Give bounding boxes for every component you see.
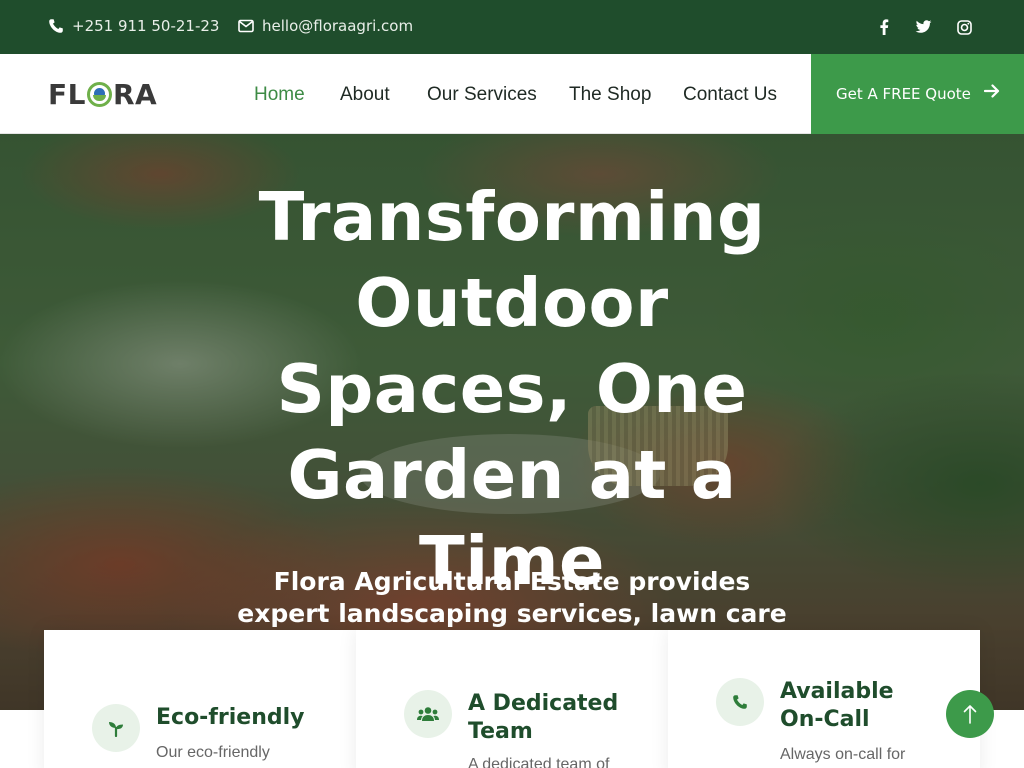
hero-title: Transforming Outdoor Spaces, One Garden … — [258, 178, 766, 600]
feature-text: Always on-call for — [780, 746, 906, 763]
top-contact-bar: +251 911 50-21-23 hello@floraagri.com — [0, 0, 1024, 54]
envelope-icon — [238, 19, 254, 33]
feature-title: A Dedicated Team — [468, 691, 619, 744]
feature-text: A dedicated team of — [468, 756, 610, 768]
phone-number: +251 911 50-21-23 — [72, 17, 220, 35]
logo-globe-icon — [86, 81, 112, 107]
nav-about[interactable]: About — [340, 84, 390, 106]
twitter-icon[interactable] — [912, 16, 934, 38]
feature-title: Available On-Call — [780, 679, 894, 732]
get-free-quote-button[interactable]: Get A FREE Quote — [811, 54, 1024, 134]
main-navbar: FL RA Home About Our Services The Shop C… — [0, 54, 1024, 134]
feature-card-dedicated-team: A Dedicated Team A dedicated team of — [356, 630, 668, 768]
email-address: hello@floraagri.com — [262, 17, 414, 35]
instagram-icon[interactable] — [953, 16, 975, 38]
facebook-icon[interactable] — [873, 16, 895, 38]
nav-our-services[interactable]: Our Services — [427, 84, 537, 106]
phone-contact[interactable]: +251 911 50-21-23 — [48, 17, 219, 35]
arrow-right-icon — [984, 84, 1000, 98]
feature-title: Eco-friendly — [156, 705, 305, 730]
feature-text: Our eco-friendly — [156, 744, 270, 761]
phone-icon — [716, 678, 764, 726]
arrow-up-icon — [963, 705, 977, 724]
flora-logo[interactable]: FL RA — [48, 77, 158, 111]
hero-section: Transforming Outdoor Spaces, One Garden … — [0, 134, 1024, 710]
nav-the-shop[interactable]: The Shop — [569, 84, 651, 106]
back-to-top-button[interactable] — [946, 690, 994, 738]
logo-text-right: RA — [112, 77, 158, 111]
users-icon — [404, 690, 452, 738]
email-contact[interactable]: hello@floraagri.com — [238, 17, 413, 35]
nav-contact-us[interactable]: Contact Us — [683, 84, 777, 106]
nav-home[interactable]: Home — [254, 84, 305, 106]
quote-button-label: Get A FREE Quote — [836, 85, 971, 103]
logo-text-left: FL — [48, 77, 86, 111]
phone-icon — [49, 19, 63, 33]
feature-card-eco-friendly: Eco-friendly Our eco-friendly — [44, 630, 356, 768]
seedling-icon — [92, 704, 140, 752]
feature-card-available-on-call: Available On-Call Always on-call for — [668, 630, 980, 768]
